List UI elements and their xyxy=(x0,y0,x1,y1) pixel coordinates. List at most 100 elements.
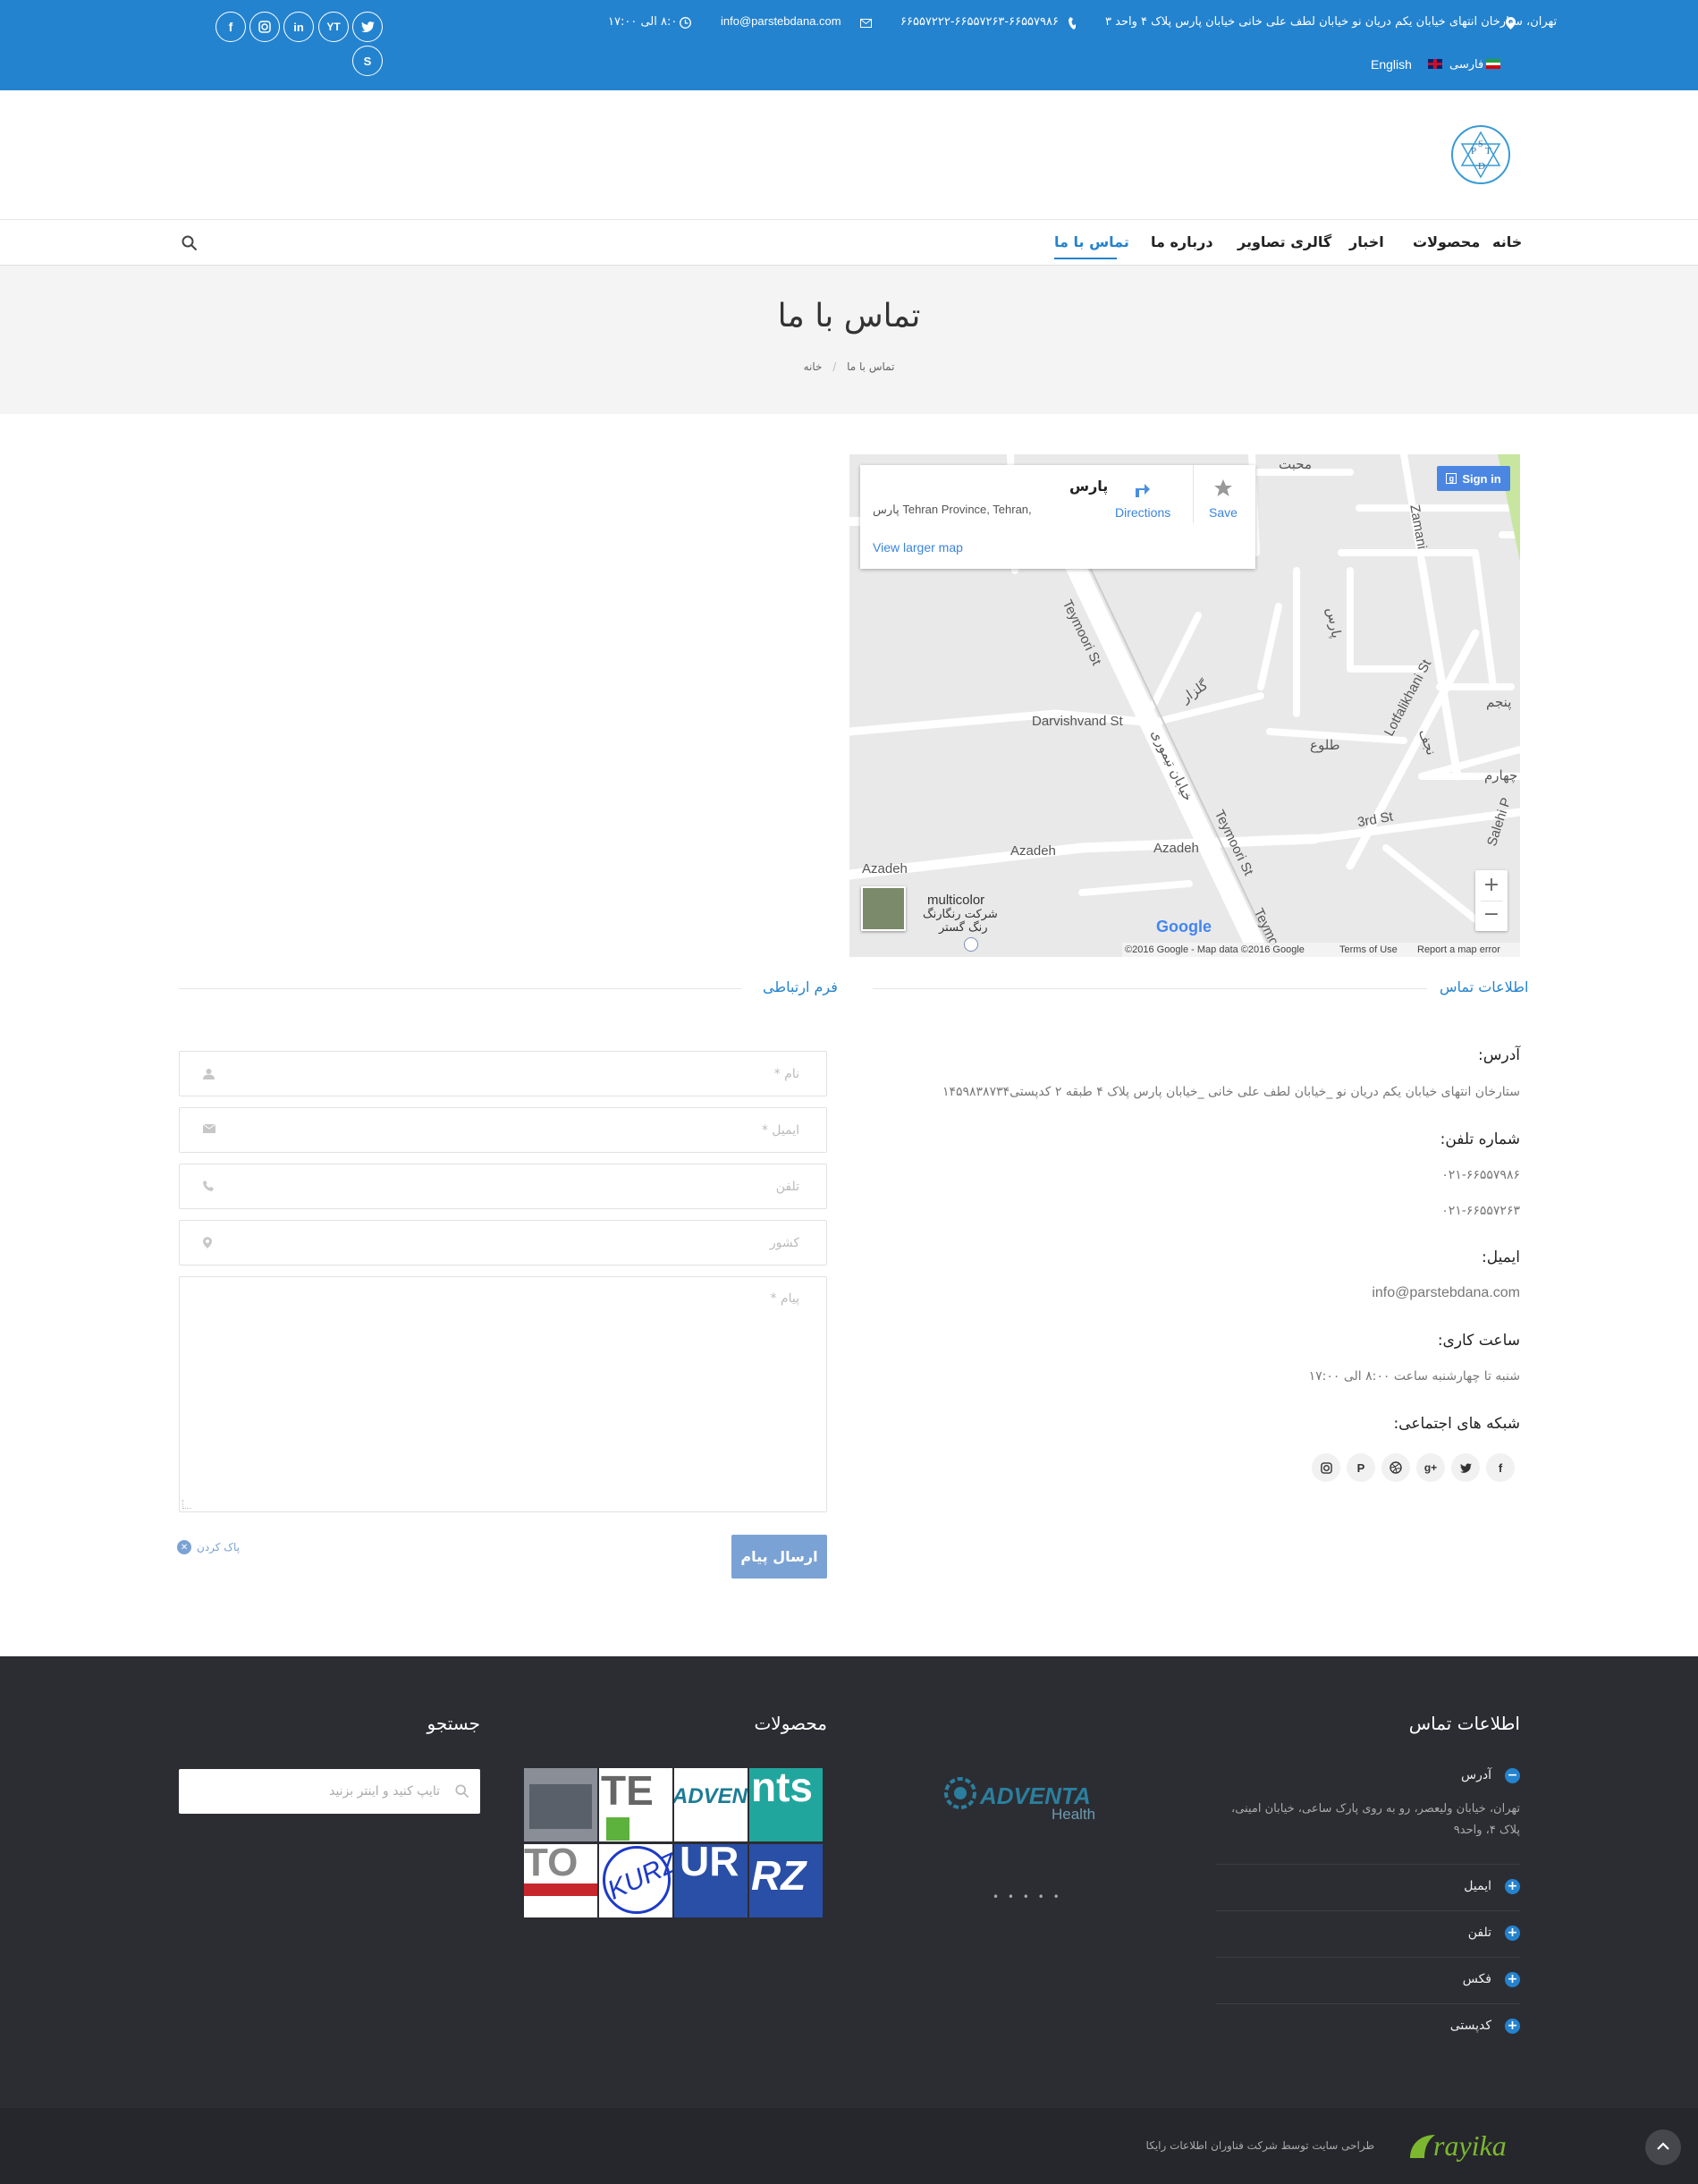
product-thumb-2[interactable]: TE xyxy=(599,1768,672,1841)
satellite-toggle[interactable] xyxy=(861,886,906,931)
map-sign-in-button[interactable]: g Sign in xyxy=(1437,466,1510,491)
street-azadeh-1: Azadeh xyxy=(862,861,908,876)
google-plus-icon[interactable]: g+ xyxy=(1416,1453,1445,1482)
phone-input[interactable] xyxy=(180,1164,826,1208)
contact-info-title: اطلاعات تماس xyxy=(1440,978,1529,995)
map-zoom-controls: + − xyxy=(1475,870,1508,931)
nav-home[interactable]: خانه xyxy=(1492,233,1522,250)
site-logo[interactable]: P T D S xyxy=(1451,125,1510,184)
product-thumb-8[interactable]: RZ xyxy=(749,1844,823,1917)
submit-button[interactable]: ارسال پیام xyxy=(731,1535,827,1579)
accordion-phone[interactable]: + تلفن xyxy=(1216,1911,1520,1958)
map-directions-button[interactable]: Directions xyxy=(1115,505,1170,520)
topbar-email[interactable]: info@parstebdana.com xyxy=(721,14,841,28)
footer-products-title: محصولات xyxy=(754,1713,827,1734)
accordion-email-label: ایمیل xyxy=(1464,1879,1491,1893)
plus-icon[interactable]: + xyxy=(1505,1972,1520,1987)
linkedin-icon[interactable]: in xyxy=(283,12,314,42)
accordion-fax[interactable]: + فکس xyxy=(1216,1958,1520,2004)
zoom-in-button[interactable]: + xyxy=(1475,870,1508,901)
plus-icon[interactable]: + xyxy=(1505,1879,1520,1894)
skype-icon[interactable]: S xyxy=(352,46,383,76)
twitter-icon[interactable] xyxy=(1451,1453,1480,1482)
nav-contact[interactable]: تماس با ما xyxy=(1054,233,1129,250)
map-terms-link[interactable]: Terms of Use xyxy=(1339,944,1398,955)
country-input[interactable] xyxy=(180,1221,826,1265)
star-icon[interactable] xyxy=(1212,478,1234,499)
uk-flag-icon[interactable] xyxy=(1428,59,1442,69)
accordion-phone-label: تلفن xyxy=(1467,1926,1491,1940)
thumb-7-text: UR xyxy=(680,1844,739,1884)
zoom-out-button[interactable]: − xyxy=(1475,901,1508,931)
plus-icon[interactable]: + xyxy=(1505,1926,1520,1941)
adventa-logo-slide[interactable]: ADVENTA Health xyxy=(942,1775,1112,1829)
clear-button[interactable]: پاک کردن ✕ xyxy=(177,1540,240,1554)
product-thumb-7[interactable]: UR xyxy=(674,1844,748,1917)
message-textarea[interactable] xyxy=(180,1277,826,1511)
directions-icon[interactable] xyxy=(1132,478,1153,499)
nav-news[interactable]: اخبار xyxy=(1349,233,1384,250)
address-value: ستارخان انتهای خیابان یکم دریان نو _خیاب… xyxy=(942,1085,1520,1099)
footer-search-input[interactable] xyxy=(179,1769,480,1814)
resize-handle[interactable] xyxy=(182,1500,191,1509)
message-field-wrapper xyxy=(179,1276,827,1512)
map-poi-fa-1: شرکت رنگارنگ xyxy=(923,908,998,921)
instagram-icon[interactable] xyxy=(1312,1453,1340,1482)
email-input[interactable] xyxy=(180,1108,826,1152)
map-pin-icon xyxy=(203,1237,215,1249)
google-map[interactable]: Darvishvand St Azadeh Azadeh Azadeh 3rd … xyxy=(849,454,1520,957)
facebook-icon[interactable]: f xyxy=(1486,1453,1515,1482)
svg-text:T: T xyxy=(1485,146,1491,157)
name-input[interactable] xyxy=(180,1052,826,1096)
twitter-icon[interactable] xyxy=(352,12,383,42)
map-save-button[interactable]: Save xyxy=(1209,505,1238,520)
accordion-postal[interactable]: + کدپستی xyxy=(1216,2004,1520,2051)
email-label: ایمیل: xyxy=(1481,1249,1520,1266)
youtube-icon[interactable]: YT xyxy=(318,12,349,42)
street-mohebbat: محبت xyxy=(1279,457,1312,472)
nav-gallery[interactable]: گالری تصاویر xyxy=(1238,233,1331,250)
pinterest-icon[interactable]: P xyxy=(1347,1453,1375,1482)
lang-farsi[interactable]: فارسی xyxy=(1449,58,1483,72)
product-thumb-3[interactable]: ADVENTA xyxy=(674,1768,748,1841)
map-report-link[interactable]: Report a map error xyxy=(1417,944,1500,955)
site-credit[interactable]: طراحی سایت توسط شرکت فناوران اطلاعات رای… xyxy=(1146,2139,1374,2152)
accordion-address[interactable]: − آدرس تهران، خیابان ولیعصر، رو به روی پ… xyxy=(1216,1754,1520,1865)
thumb-5-text: TO xyxy=(524,1844,579,1884)
search-icon[interactable] xyxy=(182,235,198,251)
lang-english[interactable]: English xyxy=(1371,57,1412,72)
plus-icon[interactable]: + xyxy=(1505,2019,1520,2034)
page-title-bar: تماس با ما تماس با ما / خانه xyxy=(0,266,1698,414)
facebook-icon[interactable]: f xyxy=(215,12,246,42)
map-view-larger-link[interactable]: View larger map xyxy=(873,540,963,554)
scroll-to-top-button[interactable] xyxy=(1645,2129,1681,2165)
minus-icon[interactable]: − xyxy=(1505,1768,1520,1783)
product-thumb-6[interactable]: KURZ xyxy=(599,1844,672,1917)
accordion-email[interactable]: + ایمیل xyxy=(1216,1865,1520,1911)
street-panjom: پنجم xyxy=(1486,695,1512,710)
breadcrumb-home[interactable]: خانه xyxy=(804,360,823,373)
product-thumb-1[interactable] xyxy=(524,1768,597,1841)
nav-about[interactable]: درباره ما xyxy=(1151,233,1213,250)
sign-in-label: Sign in xyxy=(1462,471,1501,486)
slider-dots[interactable]: • • • • • xyxy=(993,1891,1062,1903)
adventa-logo-sub: Health xyxy=(1052,1806,1096,1823)
dribbble-icon[interactable] xyxy=(1381,1453,1410,1482)
phone-label: شماره تلفن: xyxy=(1440,1130,1520,1148)
contact-form-title: فرم ارتباطی xyxy=(763,978,838,995)
svg-text:P: P xyxy=(1471,146,1476,157)
raika-logo[interactable]: rayika xyxy=(1408,2124,1525,2169)
hours-value: شنبه تا چهارشنبه ساعت ۸:۰۰ الی ۱۷:۰۰ xyxy=(1308,1369,1520,1384)
iran-flag-icon[interactable] xyxy=(1486,59,1500,69)
instagram-icon[interactable] xyxy=(249,12,280,42)
phone-field-wrapper xyxy=(179,1164,827,1209)
search-icon[interactable] xyxy=(455,1784,469,1799)
nav-products[interactable]: محصولات xyxy=(1413,233,1480,250)
topbar-hours: ۸:۰۰ الی ۱۷:۰۰ xyxy=(608,15,684,29)
map-place-card: پارس پارس Tehran Province, Tehran, View … xyxy=(860,465,1255,569)
thumb-8-text: RZ xyxy=(751,1852,807,1899)
product-thumb-4[interactable]: nts xyxy=(749,1768,823,1841)
product-thumb-5[interactable]: TO xyxy=(524,1844,597,1917)
email-value[interactable]: info@parstebdana.com xyxy=(1372,1285,1520,1301)
footer-contact-title: اطلاعات تماس xyxy=(1408,1713,1520,1734)
